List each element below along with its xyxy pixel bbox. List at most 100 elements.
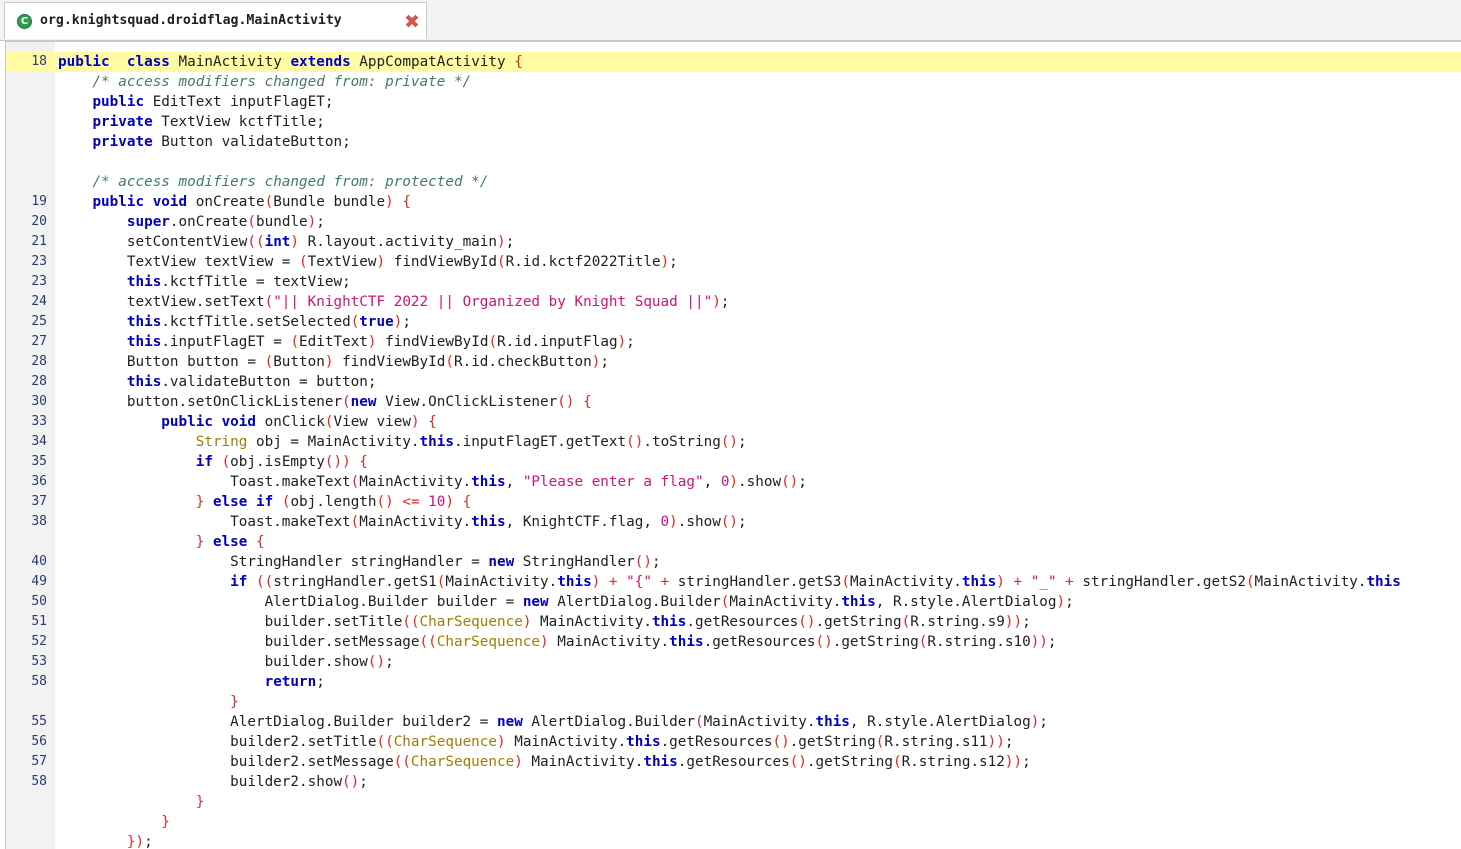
code-line[interactable]: 34 String obj = MainActivity.this.inputF… — [6, 432, 1461, 452]
code-token: Button button = — [58, 354, 265, 370]
code-line-highlighted[interactable]: 18 public class MainActivity extends AppC… — [6, 52, 1461, 72]
code-token: AlertDialog.Builder builder2 = — [58, 714, 497, 730]
line-number: 50 — [31, 594, 47, 609]
code-token: () — [342, 774, 360, 790]
line-number: 28 — [31, 354, 47, 369]
code-line[interactable]: 28 Button button = (Button) findViewById… — [6, 352, 1461, 372]
code-line[interactable]: 53 builder.show(); — [6, 652, 1461, 672]
code-line[interactable]: 27 this.inputFlagET = (EditText) findVie… — [6, 332, 1461, 352]
code-area[interactable]: 18 public class MainActivity extends AppC… — [6, 52, 1461, 849]
code-token: findViewById — [376, 334, 489, 350]
code-editor[interactable]: 18 public class MainActivity extends AppC… — [5, 41, 1461, 849]
code-line[interactable]: 52 builder.setMessage((CharSequence) Mai… — [6, 632, 1461, 652]
code-token: this — [626, 734, 661, 750]
code-line[interactable]: private TextView kctfTitle; — [6, 112, 1461, 132]
code-token: if — [256, 494, 274, 510]
code-line[interactable]: 57 builder2.setMessage((CharSequence) Ma… — [6, 752, 1461, 772]
code-line[interactable]: 36 Toast.makeText(MainActivity.this, "Pl… — [6, 472, 1461, 492]
code-line[interactable]: 51 builder.setTitle((CharSequence) MainA… — [6, 612, 1461, 632]
code-token: ; — [626, 334, 635, 350]
code-token: new — [350, 394, 377, 410]
code-token: ) — [1030, 714, 1040, 730]
code-token: .inputFlagET.getText — [453, 434, 627, 450]
code-token: AlertDialog.Builder — [548, 594, 721, 610]
code-line[interactable]: 28 this.validateButton = button; — [6, 372, 1461, 392]
code-line[interactable]: 58 builder2.show(); — [6, 772, 1461, 792]
code-line[interactable]: /* access modifiers changed from: privat… — [6, 72, 1461, 92]
code-line[interactable] — [6, 152, 1461, 172]
code-token: { — [402, 194, 411, 210]
code-line[interactable]: 40 StringHandler stringHandler = new Str… — [6, 552, 1461, 572]
code-line[interactable]: 24 textView.setText("|| KnightCTF 2022 |… — [6, 292, 1461, 312]
code-line[interactable]: } — [6, 692, 1461, 712]
code-token: ; — [1022, 754, 1031, 770]
tab-main-activity[interactable]: C org.knightsquad.droidflag.MainActivity… — [4, 2, 427, 39]
code-token: ( — [299, 254, 308, 270]
code-token: ( — [350, 474, 360, 490]
code-line[interactable]: 33 public void onClick(View view) { — [6, 412, 1461, 432]
code-text: Toast.makeText(MainActivity.this, "Pleas… — [58, 472, 807, 492]
code-line[interactable]: 20 super.onCreate(bundle); — [6, 212, 1461, 232]
code-line[interactable]: }); — [6, 832, 1461, 849]
code-token: ; — [651, 554, 661, 570]
code-token: new — [488, 554, 515, 570]
code-token: (( — [247, 234, 265, 250]
code-line[interactable]: } — [6, 812, 1461, 832]
code-line[interactable]: 35 if (obj.isEmpty()) { — [6, 452, 1461, 472]
code-line[interactable]: 25 this.kctfTitle.setSelected(true); — [6, 312, 1461, 332]
code-token: .kctfTitle = textView; — [161, 274, 351, 290]
line-number: 37 — [31, 494, 47, 509]
code-token: .show — [677, 514, 721, 530]
code-token: () — [798, 614, 816, 630]
code-token: this — [841, 594, 876, 610]
code-line[interactable]: } else { — [6, 532, 1461, 552]
code-line[interactable]: 23 this.kctfTitle = textView; — [6, 272, 1461, 292]
code-line[interactable]: 56 builder2.setTitle((CharSequence) Main… — [6, 732, 1461, 752]
close-icon[interactable]: ✖ — [402, 12, 422, 32]
code-token: ; — [738, 514, 747, 530]
code-token: ; — [1039, 714, 1048, 730]
code-token: textView.setText — [58, 294, 265, 310]
code-text: builder.setTitle((CharSequence) MainActi… — [58, 612, 1031, 632]
code-token: .show — [738, 474, 782, 490]
code-token: String — [195, 434, 248, 450]
code-token: ; — [505, 234, 515, 250]
code-line[interactable]: } — [6, 792, 1461, 812]
code-line[interactable]: /* access modifiers changed from: protec… — [6, 172, 1461, 192]
code-token: R.id.kctf2022Title — [505, 254, 661, 270]
code-token: <= — [402, 494, 420, 510]
code-token: stringHandler.getS3 — [669, 574, 842, 590]
code-line[interactable]: 37 } else if (obj.length() <= 10) { — [6, 492, 1461, 512]
code-line[interactable]: private Button validateButton; — [6, 132, 1461, 152]
code-line[interactable]: 30 button.setOnClickListener(new View.On… — [6, 392, 1461, 412]
code-line[interactable]: public EditText inputFlagET; — [6, 92, 1461, 112]
code-line[interactable]: 49 if ((stringHandler.getS1(MainActivity… — [6, 572, 1461, 592]
code-token: .getString — [832, 634, 919, 650]
code-token: extends — [290, 54, 351, 70]
code-line[interactable]: 21 setContentView((int) R.layout.activit… — [6, 232, 1461, 252]
code-token: () — [772, 734, 790, 750]
code-text: } — [58, 812, 170, 832]
code-token: (( — [376, 734, 394, 750]
code-text: builder2.setTitle((CharSequence) MainAct… — [58, 732, 1013, 752]
code-line[interactable]: 58 return; — [6, 672, 1461, 692]
code-text: builder2.show(); — [58, 772, 368, 792]
code-line[interactable]: 38 Toast.makeText(MainActivity.this, Kni… — [6, 512, 1461, 532]
code-line[interactable]: 50 AlertDialog.Builder builder = new Ale… — [6, 592, 1461, 612]
code-line[interactable]: 23 TextView textView = (TextView) findVi… — [6, 252, 1461, 272]
code-token: this — [126, 334, 162, 350]
code-line[interactable]: 55 AlertDialog.Builder builder2 = new Al… — [6, 712, 1461, 732]
code-token: TextView textView = — [58, 254, 300, 270]
code-line[interactable]: 19 public void onCreate(Bundle bundle) { — [6, 192, 1461, 212]
code-text: } — [58, 692, 239, 712]
code-token: MainActivity. — [531, 614, 652, 630]
